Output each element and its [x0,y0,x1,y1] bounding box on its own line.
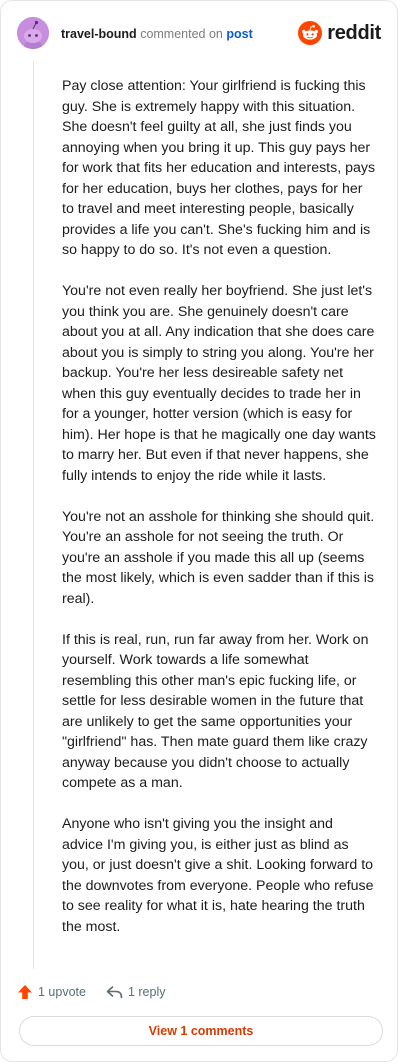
view-comments-button[interactable]: View 1 comments [19,1016,383,1046]
reddit-snoo-icon [298,21,323,45]
comment-body: Pay close attention: Your girlfriend is … [62,76,376,958]
thread-line[interactable] [33,61,34,969]
avatar[interactable] [17,17,49,49]
reply-count: 1 reply [127,985,166,999]
reddit-wordmark: reddit [327,21,381,44]
reddit-logo[interactable]: reddit [298,20,381,46]
comment-paragraph: Pay close attention: Your girlfriend is … [62,78,376,258]
comment-paragraph: If this is real, run, run far away from … [62,631,369,792]
view-comments-label: View 1 comments [148,1024,254,1038]
reply-arrow-icon [106,986,123,999]
username-link[interactable]: travel-bound [61,27,137,41]
snoo-avatar-icon [17,17,49,49]
comment-paragraph: You're not an asshole for thinking she s… [62,508,375,607]
upvote-count: 1 upvote [38,985,86,999]
comment-header: travel-bound commented on post reddit [17,17,381,51]
reply-button[interactable]: 1 reply [106,985,166,999]
comment-paragraph: You're not even really her boyfriend. Sh… [62,283,376,484]
comment-paragraph: Anyone who isn't giving you the insight … [62,816,374,935]
comment-card: travel-bound commented on post reddit Pa… [0,0,398,1062]
upvote-button[interactable]: 1 upvote [17,984,86,1000]
comment-verb: commented on [140,27,223,41]
comment-meta: travel-bound commented on post [61,26,253,42]
post-link[interactable]: post [226,27,252,41]
comment-actions: 1 upvote 1 reply [17,981,186,1003]
upvote-arrow-icon [18,985,32,999]
